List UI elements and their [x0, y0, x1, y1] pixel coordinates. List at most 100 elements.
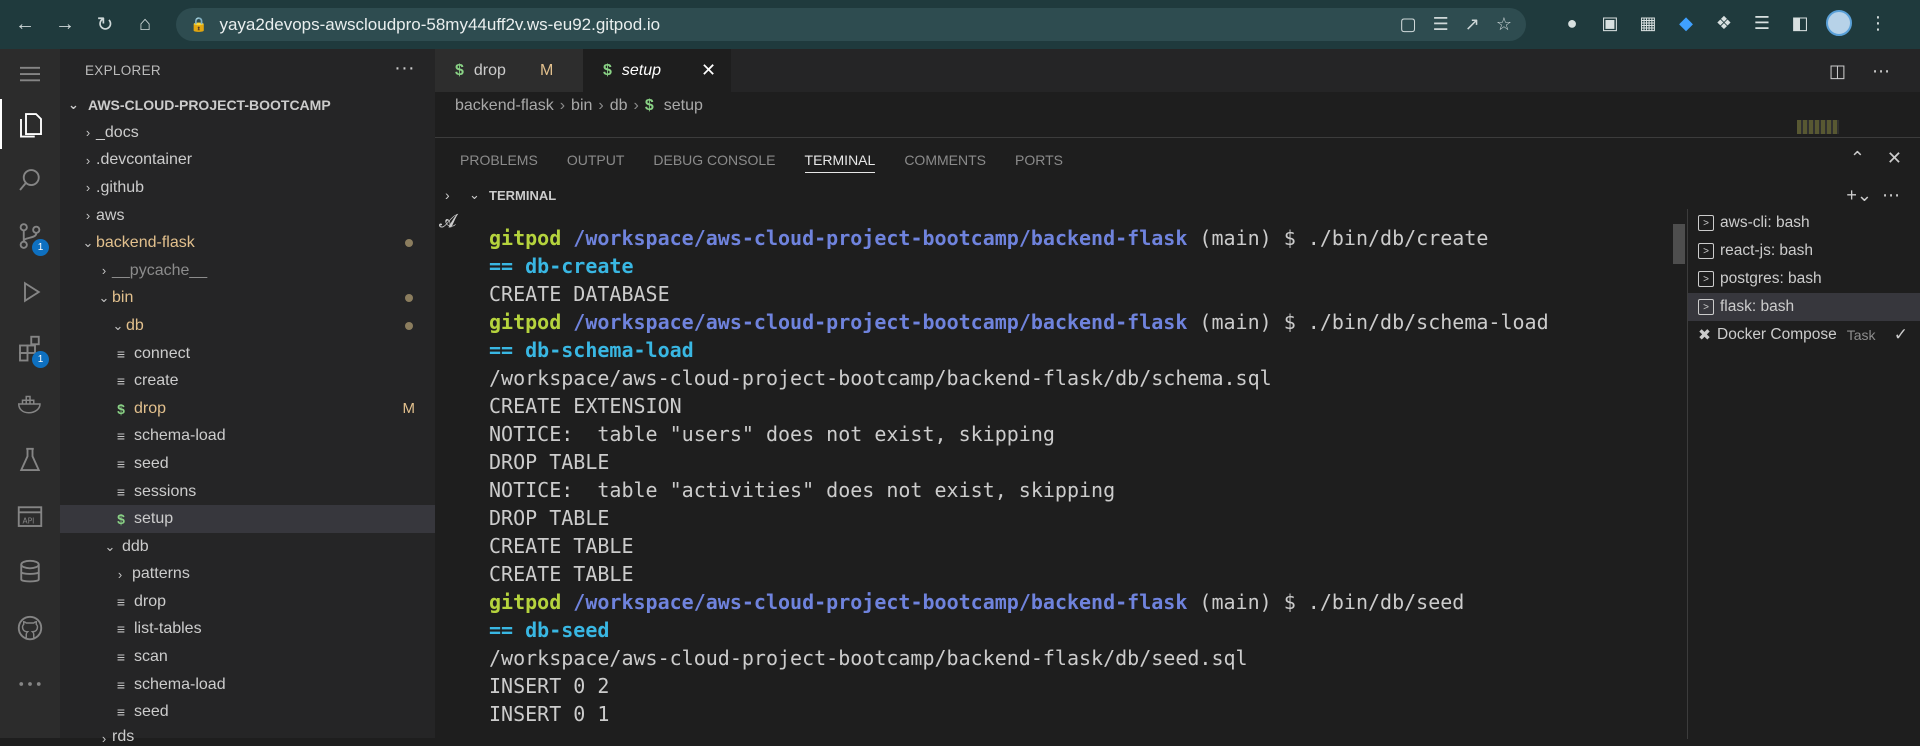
tree-file[interactable]: $ drop M [60, 395, 435, 423]
more-actions-icon[interactable]: ⋯ [1882, 185, 1900, 206]
tab-terminal[interactable]: TERMINAL [804, 138, 875, 181]
menu-icon[interactable] [0, 49, 60, 99]
tab-debug-console[interactable]: DEBUG CONSOLE [653, 138, 775, 181]
tree-file[interactable]: ≡ seed [60, 450, 435, 478]
terminal-item-selected[interactable]: > flask: bash [1688, 293, 1920, 321]
tree-file[interactable]: ≡ schema-load [60, 671, 435, 699]
breadcrumb-item[interactable]: backend-flask [455, 97, 554, 115]
chevron-right-icon: › [101, 263, 107, 279]
tree-file[interactable]: ≡ scan [60, 643, 435, 671]
output-text: INSERT 0 2 [489, 674, 610, 698]
breadcrumb-item[interactable]: setup [664, 97, 703, 115]
tab-setup[interactable]: $ setup ✕ [583, 49, 731, 92]
more-icon[interactable] [0, 659, 60, 709]
camera-blocked-icon[interactable]: ▢ [1400, 14, 1417, 35]
menu-kebab-icon[interactable]: ⋮ [1866, 11, 1890, 35]
terminal-scrollbar[interactable] [1673, 224, 1685, 264]
extension-icon[interactable]: ◆ [1674, 11, 1698, 35]
github-icon[interactable] [0, 603, 60, 653]
tree-file[interactable]: ≡ create [60, 367, 435, 395]
file-icon: ≡ [116, 621, 126, 638]
terminal-item[interactable]: > postgres: bash [1688, 265, 1920, 293]
extension-icon[interactable]: ● [1560, 11, 1584, 35]
extensions-icon[interactable]: 1 [0, 323, 60, 373]
reload-icon[interactable]: ↻ [90, 10, 120, 40]
media-icon[interactable]: ☰ [1750, 11, 1774, 35]
translate-icon[interactable]: ☰ [1433, 14, 1449, 35]
tree-folder[interactable]: ⌄ ddb [60, 533, 435, 561]
tab-problems[interactable]: PROBLEMS [460, 138, 538, 181]
breadcrumb: backend-flask › bin › db › $ setup [435, 92, 1920, 120]
database-icon[interactable] [0, 547, 60, 597]
close-icon[interactable]: ✕ [701, 60, 716, 81]
share-icon[interactable]: ↗ [1465, 14, 1480, 35]
output-text: NOTICE: table "users" does not exist, sk… [489, 422, 1055, 446]
tree-file[interactable]: ≡ seed [60, 698, 435, 726]
prompt-path: /workspace/aws-cloud-project-bootcamp/ba… [573, 590, 1188, 614]
modified-dot [405, 239, 413, 248]
api-icon[interactable]: API [0, 491, 60, 541]
bookmark-star-icon[interactable]: ☆ [1496, 14, 1512, 35]
tree-folder[interactable]: ⌄ db [60, 312, 435, 340]
tree-folder[interactable]: › .github [60, 174, 435, 202]
tree-folder[interactable]: › _docs [60, 119, 435, 147]
extension-icon[interactable]: ▣ [1598, 11, 1622, 35]
tree-file-selected[interactable]: $ setup [60, 505, 435, 533]
tab-output[interactable]: OUTPUT [567, 138, 625, 181]
avatar[interactable] [1826, 10, 1852, 36]
shell-file-icon: $ [117, 511, 125, 528]
tab-drop[interactable]: $ drop M [435, 49, 583, 92]
terminal-line: CREATE DATABASE [489, 280, 1679, 308]
url-text[interactable]: yaya2devops-awscloudpro-58my44uff2v.ws-e… [219, 15, 660, 35]
minimap[interactable] [1797, 120, 1839, 134]
tree-folder[interactable]: ⌄ bin [60, 285, 435, 313]
run-debug-icon[interactable] [0, 267, 60, 317]
more-actions-icon[interactable]: ··· [394, 57, 415, 80]
terminal-item[interactable]: > aws-cli: bash [1688, 209, 1920, 237]
tree-file[interactable]: ≡ sessions [60, 478, 435, 506]
tree-folder[interactable]: › __pycache__ [60, 257, 435, 285]
tree-file[interactable]: ≡ schema-load [60, 423, 435, 451]
docker-icon[interactable] [0, 379, 60, 429]
chevron-down-icon[interactable]: ⌄ [469, 187, 480, 203]
testing-flask-icon[interactable] [0, 435, 60, 485]
tab-ports[interactable]: PORTS [1015, 138, 1063, 181]
shell-file-icon: $ [455, 61, 464, 79]
address-bar[interactable]: 🔒 yaya2devops-awscloudpro-58my44uff2v.ws… [176, 8, 1526, 41]
more-actions-icon[interactable]: ⋯ [1872, 61, 1890, 82]
tree-folder[interactable]: › patterns [60, 561, 435, 589]
breadcrumb-item[interactable]: bin [571, 97, 592, 115]
terminal-font-icon[interactable]: 𝓐 [439, 211, 456, 232]
breadcrumb-item[interactable]: db [610, 97, 628, 115]
terminal-item[interactable]: > react-js: bash [1688, 237, 1920, 265]
terminal-item[interactable]: ✖ Docker Compose Task ✓ [1688, 321, 1920, 349]
tree-folder[interactable]: › aws [60, 202, 435, 230]
forward-icon[interactable]: → [50, 10, 80, 40]
explorer-icon[interactable] [0, 99, 60, 149]
tree-file[interactable]: ≡ drop [60, 588, 435, 616]
back-icon[interactable]: ← [10, 10, 40, 40]
workspace-section[interactable]: ⌄ AWS-CLOUD-PROJECT-BOOTCAMP [60, 91, 435, 119]
sidepanel-icon[interactable]: ◧ [1788, 11, 1812, 35]
source-control-icon[interactable]: 1 [0, 211, 60, 261]
home-icon[interactable]: ⌂ [130, 10, 160, 40]
extension-icon[interactable]: ▦ [1636, 11, 1660, 35]
chevron-right-icon[interactable]: › [445, 187, 450, 203]
chevron-down-icon: ⌄ [112, 317, 124, 333]
tree-file[interactable]: ≡ list-tables [60, 616, 435, 644]
tree-folder[interactable]: › .devcontainer [60, 147, 435, 175]
maximize-panel-icon[interactable]: ⌃ [1850, 148, 1865, 169]
tree-folder[interactable]: ⌄ backend-flask [60, 229, 435, 257]
split-editor-icon[interactable]: ◫ [1829, 61, 1846, 82]
tab-comments[interactable]: COMMENTS [904, 138, 986, 181]
search-icon[interactable] [0, 155, 60, 205]
terminal-output[interactable]: gitpod /workspace/aws-cloud-project-boot… [489, 224, 1679, 728]
tree-folder[interactable]: › rds [60, 726, 435, 746]
close-panel-icon[interactable]: ✕ [1887, 148, 1902, 169]
tree-file[interactable]: ≡ connect [60, 340, 435, 368]
output-text: /workspace/aws-cloud-project-bootcamp/ba… [489, 646, 1248, 670]
terminal-header: › ⌄ TERMINAL +⌄ ⋯ [435, 181, 1920, 209]
puzzle-icon[interactable]: ❖ [1712, 11, 1736, 35]
script-header: == db-seed [489, 618, 610, 642]
new-terminal-icon[interactable]: +⌄ [1846, 185, 1872, 206]
